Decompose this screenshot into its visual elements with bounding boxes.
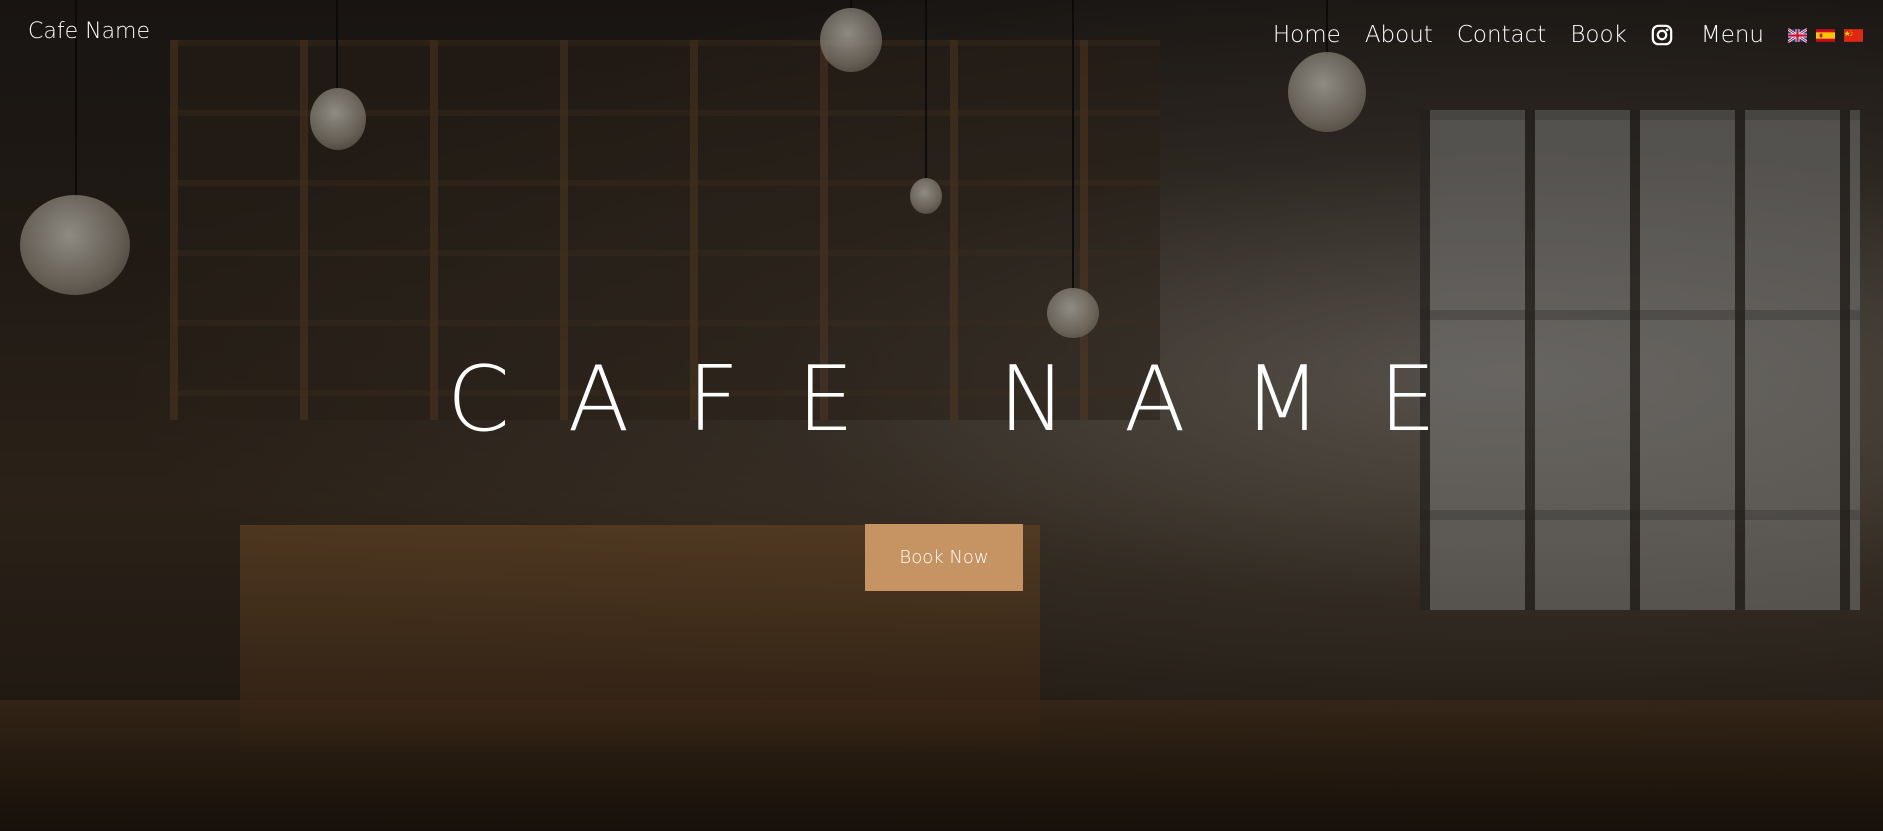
language-selector [1788,27,1863,44]
instagram-icon[interactable] [1651,24,1673,46]
hero-section: Cafe Name Home About Contact Book Menu C… [0,0,1883,831]
hero-title: CAFE NAME [446,347,1495,452]
book-now-button[interactable]: Book Now [865,524,1023,591]
nav-link-home[interactable]: Home [1273,22,1341,48]
spain-flag-icon[interactable] [1816,27,1835,44]
top-navbar: Cafe Name Home About Contact Book Menu [0,0,1883,70]
nav-link-menu[interactable]: Menu [1701,22,1764,48]
nav-link-contact[interactable]: Contact [1457,22,1546,48]
nav-links: Home About Contact Book Menu [1273,17,1863,53]
uk-flag-icon[interactable] [1788,27,1807,44]
nav-link-book[interactable]: Book [1570,22,1627,48]
china-flag-icon[interactable] [1844,27,1863,44]
nav-link-about[interactable]: About [1365,22,1433,48]
brand-logo-text[interactable]: Cafe Name [28,19,150,44]
